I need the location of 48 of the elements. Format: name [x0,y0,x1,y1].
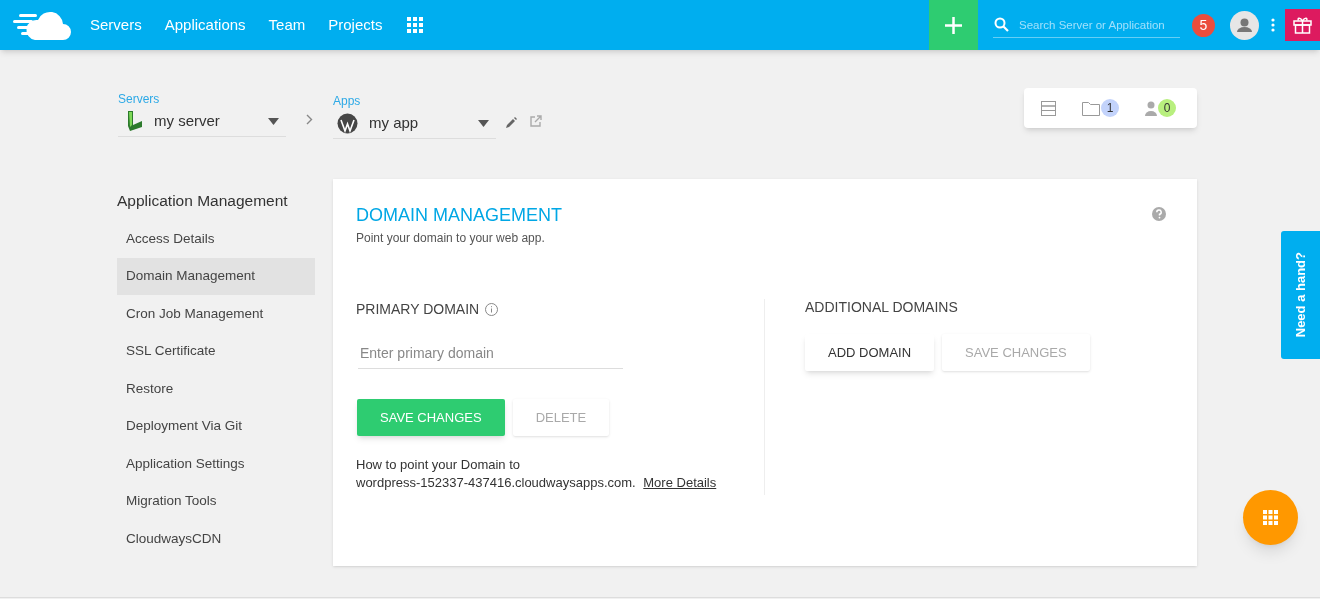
app-dropdown[interactable]: my app [333,108,496,139]
search-icon [994,16,1009,32]
count-badge: 0 [1158,99,1176,117]
field-label: Servers [118,91,161,106]
edit-icon[interactable] [506,117,517,128]
gift-icon [1293,16,1312,34]
field-label: Apps [333,93,362,108]
avatar-icon[interactable] [1230,10,1259,40]
help-icon[interactable] [1152,207,1166,221]
more-details-link[interactable]: More Details [643,475,717,490]
folder-icon[interactable] [1082,100,1100,116]
info-icon[interactable] [485,303,499,316]
cloud-logo-icon[interactable] [13,10,71,40]
sidebar-item[interactable]: Application Settings [117,445,315,483]
count-badge: 1 [1101,99,1119,117]
server-dropdown[interactable]: my server [118,106,286,137]
sidebar-title: Application Management [117,191,289,211]
sidebar-item[interactable]: Cron Job Management [117,295,315,333]
sidebar-item[interactable]: Domain Management [117,257,315,296]
server-list-icon[interactable] [1041,100,1056,116]
gift-button[interactable] [1285,9,1320,41]
external-link-icon[interactable] [530,115,542,127]
sidebar-item[interactable]: CloudwaysCDN [117,520,315,558]
caret-icon [268,117,279,125]
sidebar-item[interactable]: Restore [117,370,315,408]
sidebar-item[interactable]: Access Details [117,220,315,258]
search-field[interactable]: Search Server or Application [993,12,1180,39]
notification-badge[interactable]: 5 [1192,13,1215,37]
sidebar-item[interactable]: Migration Tools [117,482,315,521]
panel-title: DOMAIN MANAGEMENT [356,205,562,225]
section-heading: PRIMARY DOMAIN [356,300,480,319]
person-icon[interactable] [1145,100,1157,116]
help-text: How to point your Domain to wordpress-152337-437416.cloudwaysapps.com. More Details [356,456,718,492]
add-button[interactable] [929,0,978,50]
grid-icon [1263,510,1278,525]
sidebar-item[interactable]: SSL Certificate [117,332,315,371]
section-heading: ADDITIONAL DOMAINS [805,299,959,316]
domain-input[interactable]: Enter primary domain [358,337,623,369]
wordpress-logo-icon [337,112,358,134]
sidebar-item[interactable]: Deployment Via Git [117,407,315,446]
caret-icon [478,119,489,127]
apps-fab[interactable] [1243,490,1298,545]
plus-icon [945,16,962,34]
grid-icon[interactable] [407,17,424,33]
chevron-icon [306,114,313,125]
more-icon[interactable] [1271,18,1275,32]
panel-subtitle: Point your domain to your web app. [356,230,546,247]
action-button[interactable]: ADD DOMAIN [805,334,935,371]
